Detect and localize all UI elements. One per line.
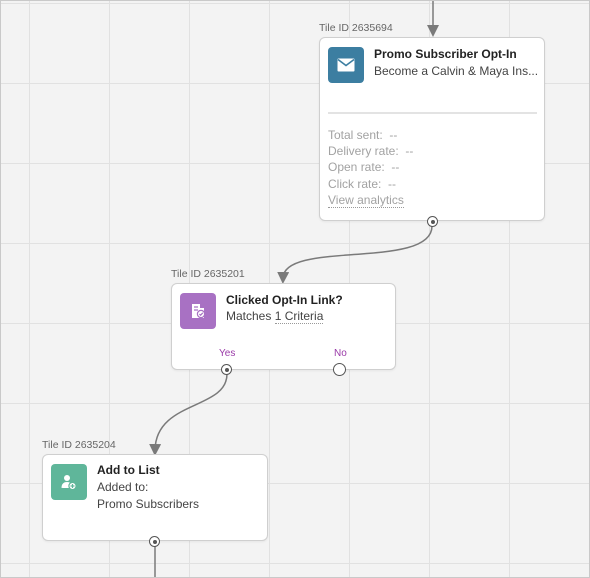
no-output-port[interactable] xyxy=(333,363,346,376)
condition-tile-title: Clicked Opt-In Link? xyxy=(226,293,343,307)
condition-matches: Matches 1 Criteria xyxy=(226,309,324,324)
email-tile-subtitle: Become a Calvin & Maya Ins... xyxy=(374,64,539,78)
criteria-link[interactable]: 1 Criteria xyxy=(274,309,324,324)
stat-label: Total sent: xyxy=(328,128,383,142)
connector-yes-to-add-list xyxy=(149,373,228,456)
email-tile-title: Promo Subscriber Opt-In xyxy=(374,47,517,61)
add-list-output-port[interactable] xyxy=(149,536,160,547)
stat-open-rate: Open rate: -- xyxy=(328,160,399,174)
stat-delivery-rate: Delivery rate: -- xyxy=(328,144,413,158)
tile-id-add-list: Tile ID 2635204 xyxy=(42,439,116,451)
stat-value: -- xyxy=(388,177,397,191)
yes-output-port[interactable] xyxy=(221,364,232,375)
view-analytics-label: View analytics xyxy=(328,193,404,208)
tile-id-email: Tile ID 2635694 xyxy=(319,22,393,34)
email-output-port[interactable] xyxy=(427,216,438,227)
matches-prefix: Matches xyxy=(226,309,272,323)
add-list-tile[interactable]: Add to List Added to: Promo Subscribers xyxy=(42,454,268,541)
stat-label: Delivery rate: xyxy=(328,144,399,158)
no-branch-label: No xyxy=(334,348,347,359)
stat-value: -- xyxy=(389,128,398,142)
stat-value: -- xyxy=(391,160,400,174)
add-list-list-name: Promo Subscribers xyxy=(97,497,200,511)
add-person-icon xyxy=(51,464,87,500)
stat-label: Click rate: xyxy=(328,177,382,191)
yes-branch-label: Yes xyxy=(219,348,236,359)
condition-check-icon xyxy=(180,293,216,329)
stat-total-sent: Total sent: -- xyxy=(328,128,397,142)
stat-label: Open rate: xyxy=(328,160,385,174)
add-list-added-to: Added to: xyxy=(97,480,149,494)
email-tile-divider xyxy=(328,112,537,114)
view-analytics-link[interactable]: View analytics xyxy=(328,193,404,208)
add-list-tile-title: Add to List xyxy=(97,463,160,477)
tile-id-condition: Tile ID 2635201 xyxy=(171,268,245,280)
connector-email-to-condition xyxy=(277,225,433,284)
stat-click-rate: Click rate: -- xyxy=(328,177,396,191)
email-tile[interactable]: Promo Subscriber Opt-In Become a Calvin … xyxy=(319,37,545,221)
condition-tile[interactable]: Clicked Opt-In Link? Matches 1 Criteria … xyxy=(171,283,396,370)
envelope-icon xyxy=(328,47,364,83)
stat-value: -- xyxy=(405,144,414,158)
